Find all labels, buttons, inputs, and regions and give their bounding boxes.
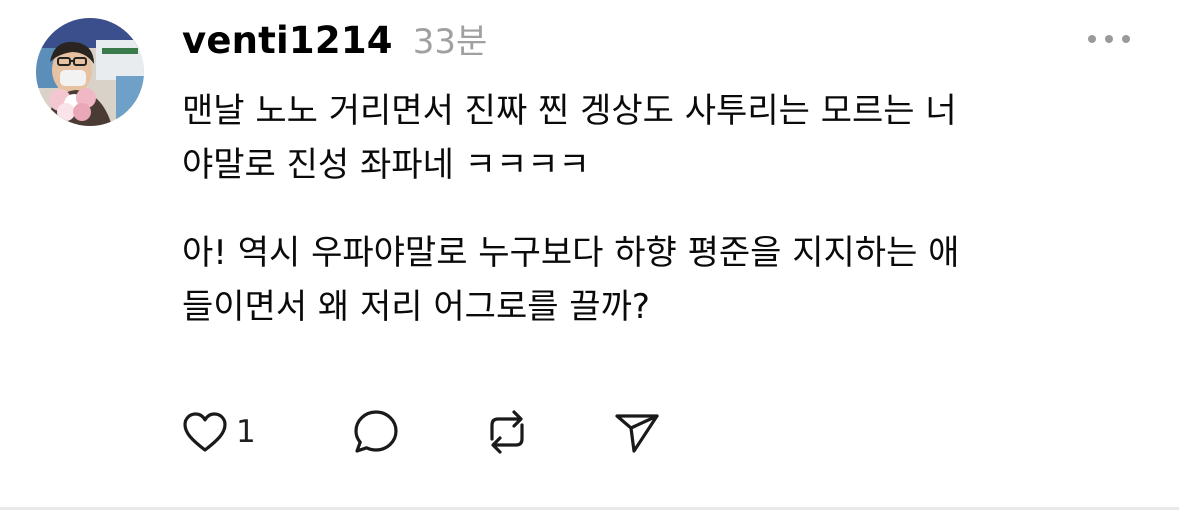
more-options-dot [1088,35,1096,43]
username[interactable]: venti1214 [182,19,393,62]
reply-button[interactable] [352,408,480,456]
heart-icon [183,412,227,452]
more-options-icon[interactable] [1088,30,1130,48]
repost-button[interactable] [480,407,612,457]
post-header: venti1214 33분 [182,14,487,64]
share-button[interactable] [612,409,662,455]
post-text-line: 들이면서 왜 저리 어그로를 끌까? [182,287,650,327]
comment-bubble-icon [354,410,398,453]
avatar-photo [36,18,144,126]
post-body: 맨날 노노 거리면서 진짜 찐 겡상도 사투리는 모르는 너 야말로 진성 좌파… [182,84,1142,334]
post-text-line: 아! 역시 우파야말로 누구보다 하향 평준을 지지하는 애 [182,233,960,273]
post-paragraph: 맨날 노노 거리면서 진짜 찐 겡상도 사투리는 모르는 너 야말로 진성 좌파… [182,84,1142,192]
like-button[interactable]: 1 [182,411,352,453]
post-paragraph: 아! 역시 우파야말로 누구보다 하향 평준을 지지하는 애 들이면서 왜 저리… [182,226,1142,334]
post-timestamp: 33분 [412,22,488,62]
thread-post: venti1214 33분 맨날 노노 거리면서 진짜 찐 겡상도 사투리는 모… [0,0,1179,510]
more-options-dot [1122,35,1130,43]
repost-icon [490,410,524,454]
avatar[interactable] [36,18,144,126]
like-count: 1 [236,414,256,450]
post-text-line: 맨날 노노 거리면서 진짜 찐 겡상도 사투리는 모르는 너 [182,91,957,131]
post-actions: 1 [182,402,662,462]
send-icon [615,414,659,453]
post-text-line: 야말로 진성 좌파네 ㅋㅋㅋㅋ [182,145,590,185]
more-options-dot [1105,35,1113,43]
